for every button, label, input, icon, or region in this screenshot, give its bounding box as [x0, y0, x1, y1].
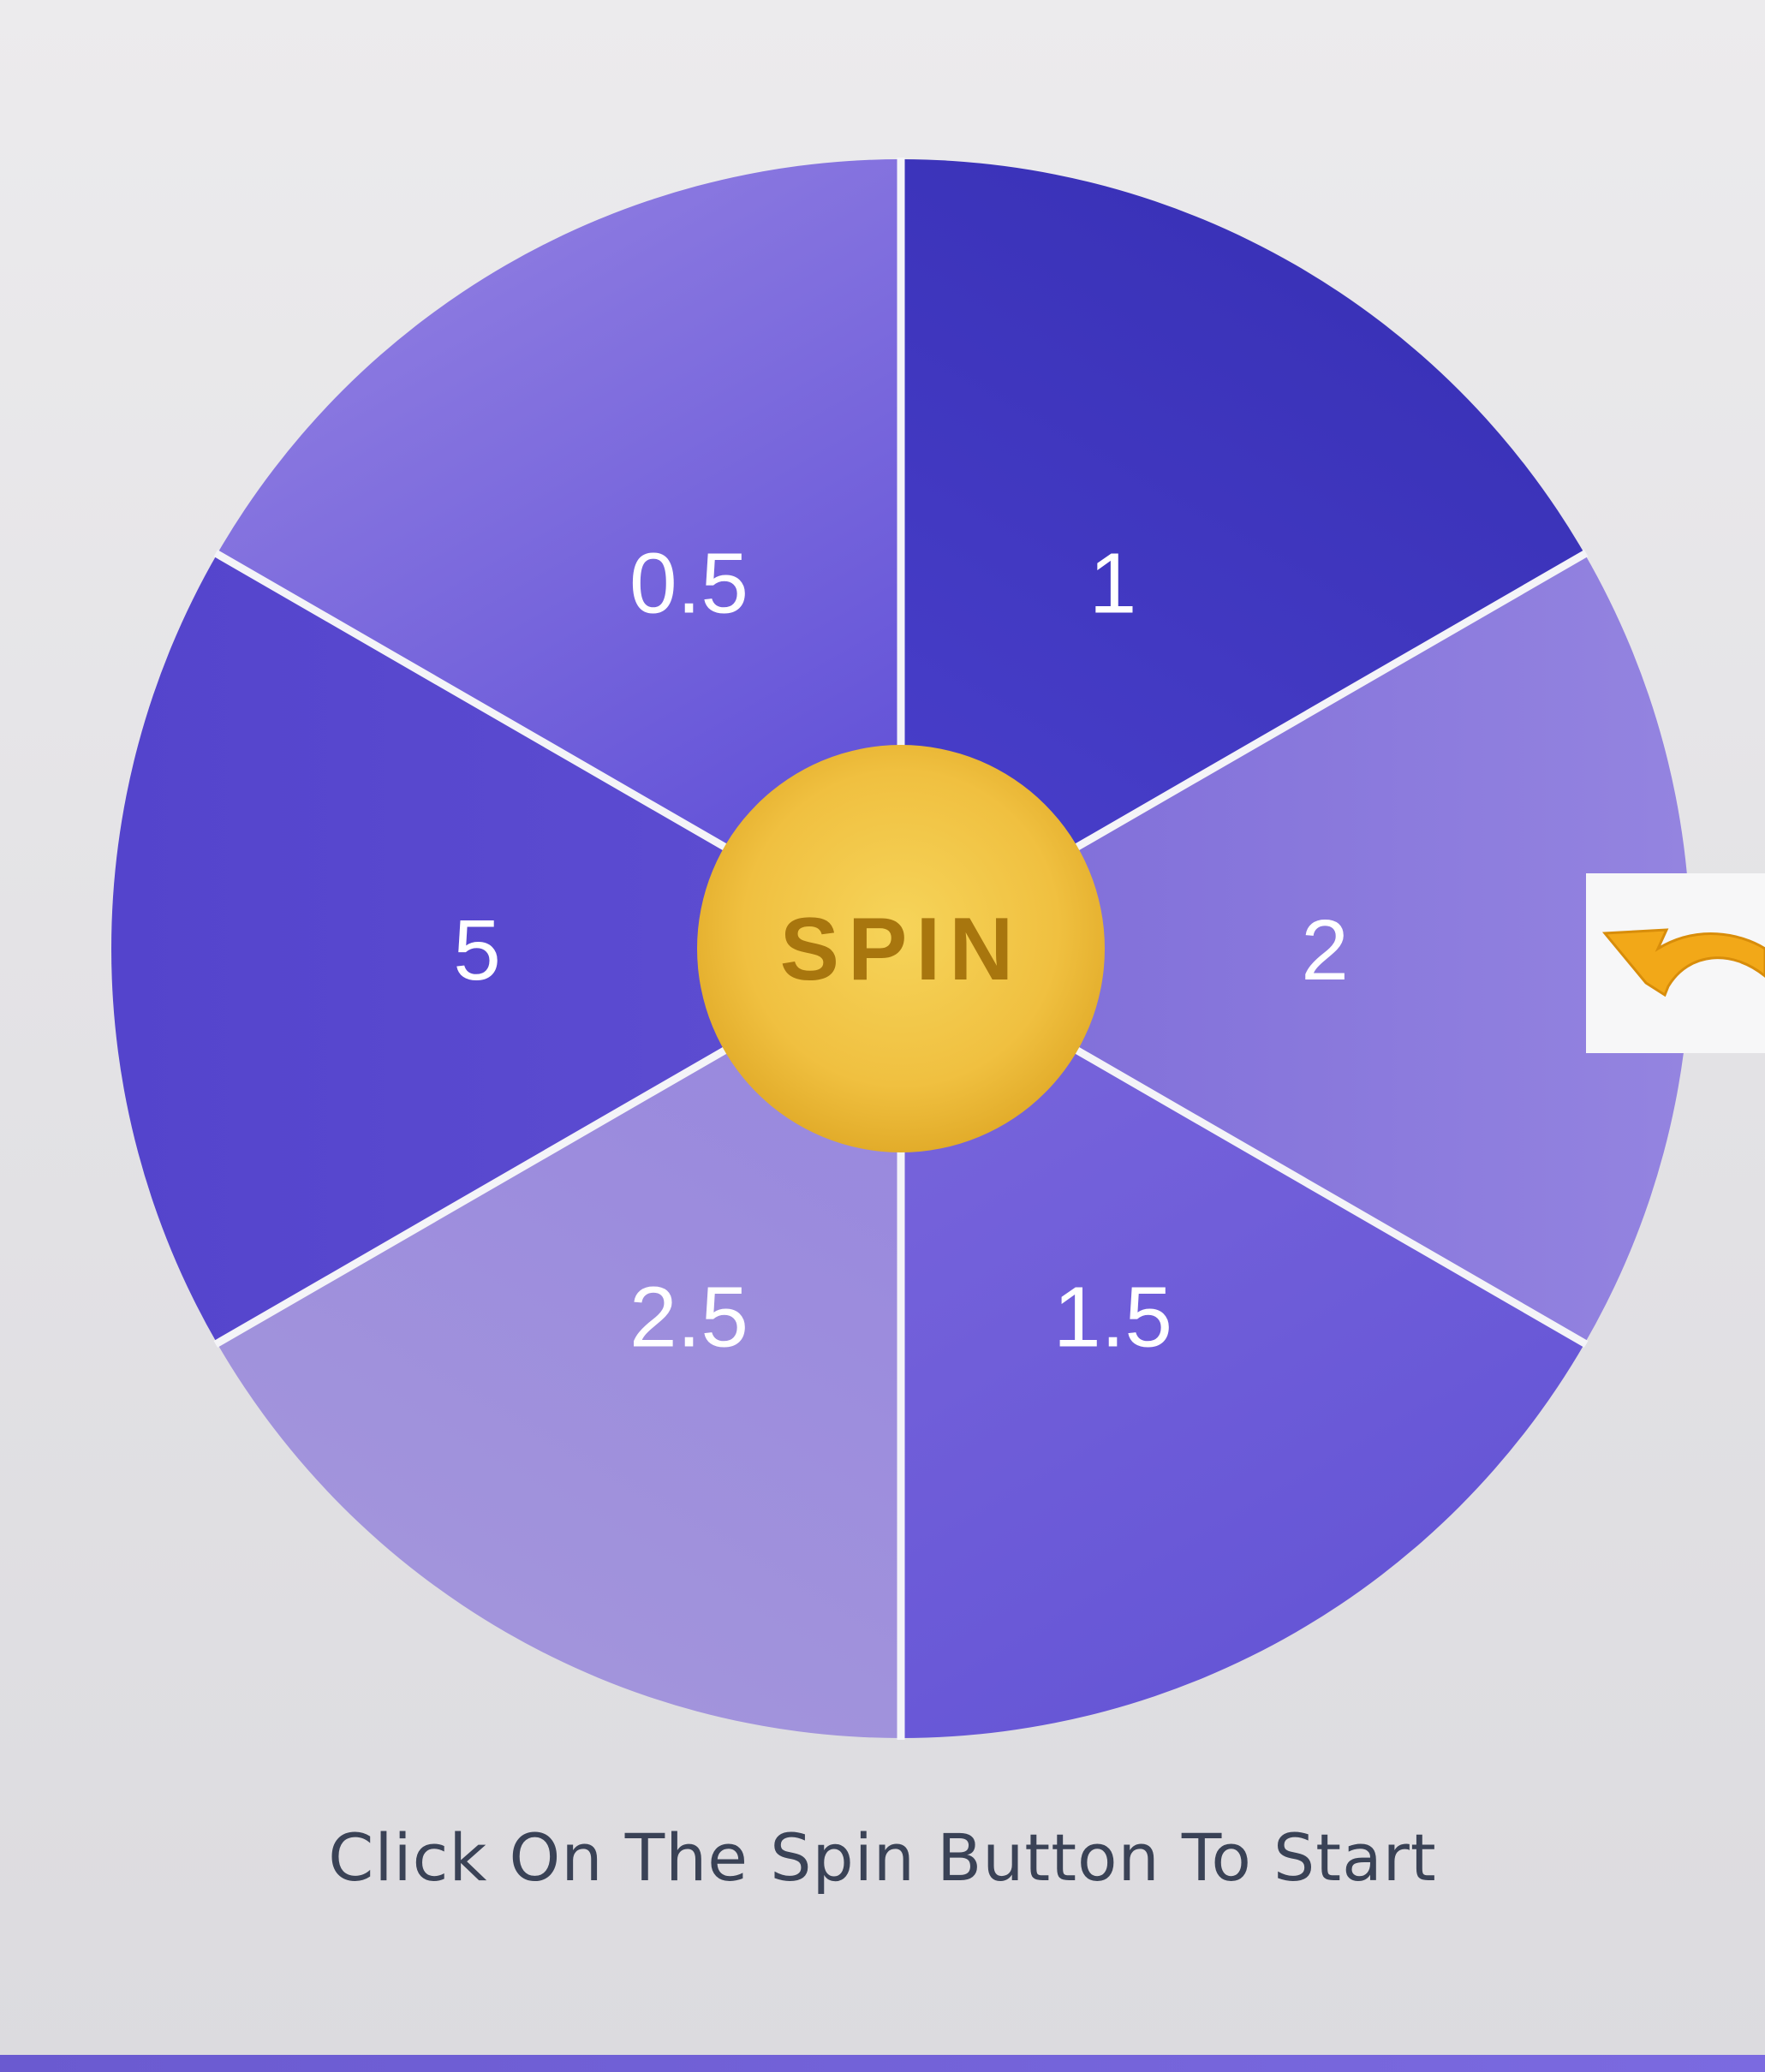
- wheel-segment-label: 2.5: [629, 1270, 748, 1366]
- curved-arrow-pointer-icon: [1601, 928, 1765, 997]
- pointer-container: [1586, 873, 1765, 1053]
- wheel-segment-label: 5: [453, 902, 501, 998]
- spin-button-label[interactable]: SPIN: [780, 900, 1023, 999]
- instruction-text: Click On The Spin Button To Start: [328, 1819, 1437, 1896]
- wheel-segment-label: 0.5: [629, 535, 748, 631]
- wheel-segment-label: 1: [1089, 535, 1137, 631]
- prize-wheel: 1 2 1.5 2.5 5 0.5 SPIN: [111, 158, 1690, 1740]
- spin-wheel-app: 1 2 1.5 2.5 5 0.5 SPIN Click On The Spin Butt…: [0, 0, 1765, 2072]
- bottom-bar: [0, 2055, 1765, 2072]
- spin-button[interactable]: SPIN: [697, 745, 1105, 1152]
- wheel-segment-label: 2: [1301, 902, 1349, 998]
- wheel-segment-label: 1.5: [1053, 1270, 1172, 1366]
